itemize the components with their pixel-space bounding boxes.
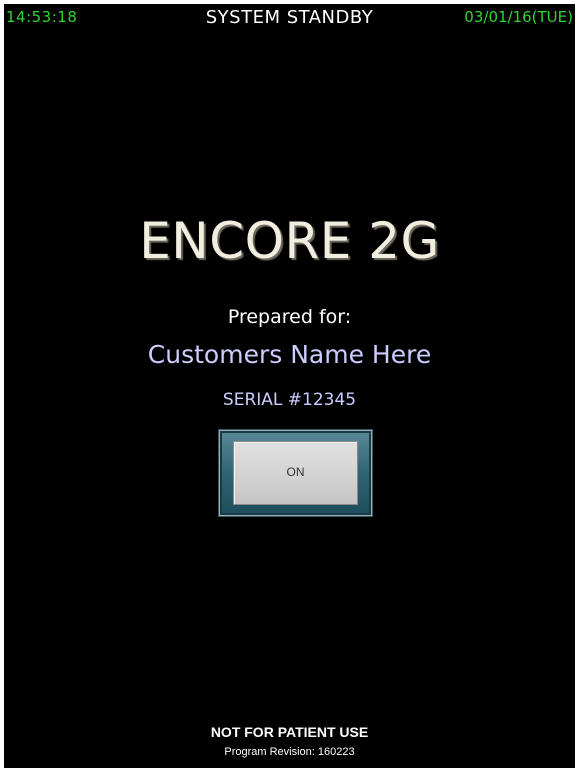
program-revision: Program Revision: 160223: [224, 746, 355, 758]
on-button[interactable]: ON: [233, 441, 358, 505]
customer-name: Customers Name Here: [147, 340, 432, 369]
on-button-label: ON: [286, 465, 305, 479]
date: 03/01/16(TUE): [464, 8, 573, 26]
on-button-frame: ON: [219, 430, 372, 516]
status-bar: 14:53:18 SYSTEM STANDBY 03/01/16(TUE): [4, 4, 575, 34]
not-for-patient-use-warning: NOT FOR PATIENT USE: [210, 724, 369, 740]
prepared-for-label: Prepared for:: [227, 306, 352, 328]
serial-number: SERIAL #12345: [222, 390, 357, 410]
device-title: ENCORE 2G: [139, 212, 440, 270]
device-screen: 14:53:18 SYSTEM STANDBY 03/01/16(TUE) EN…: [4, 4, 575, 768]
